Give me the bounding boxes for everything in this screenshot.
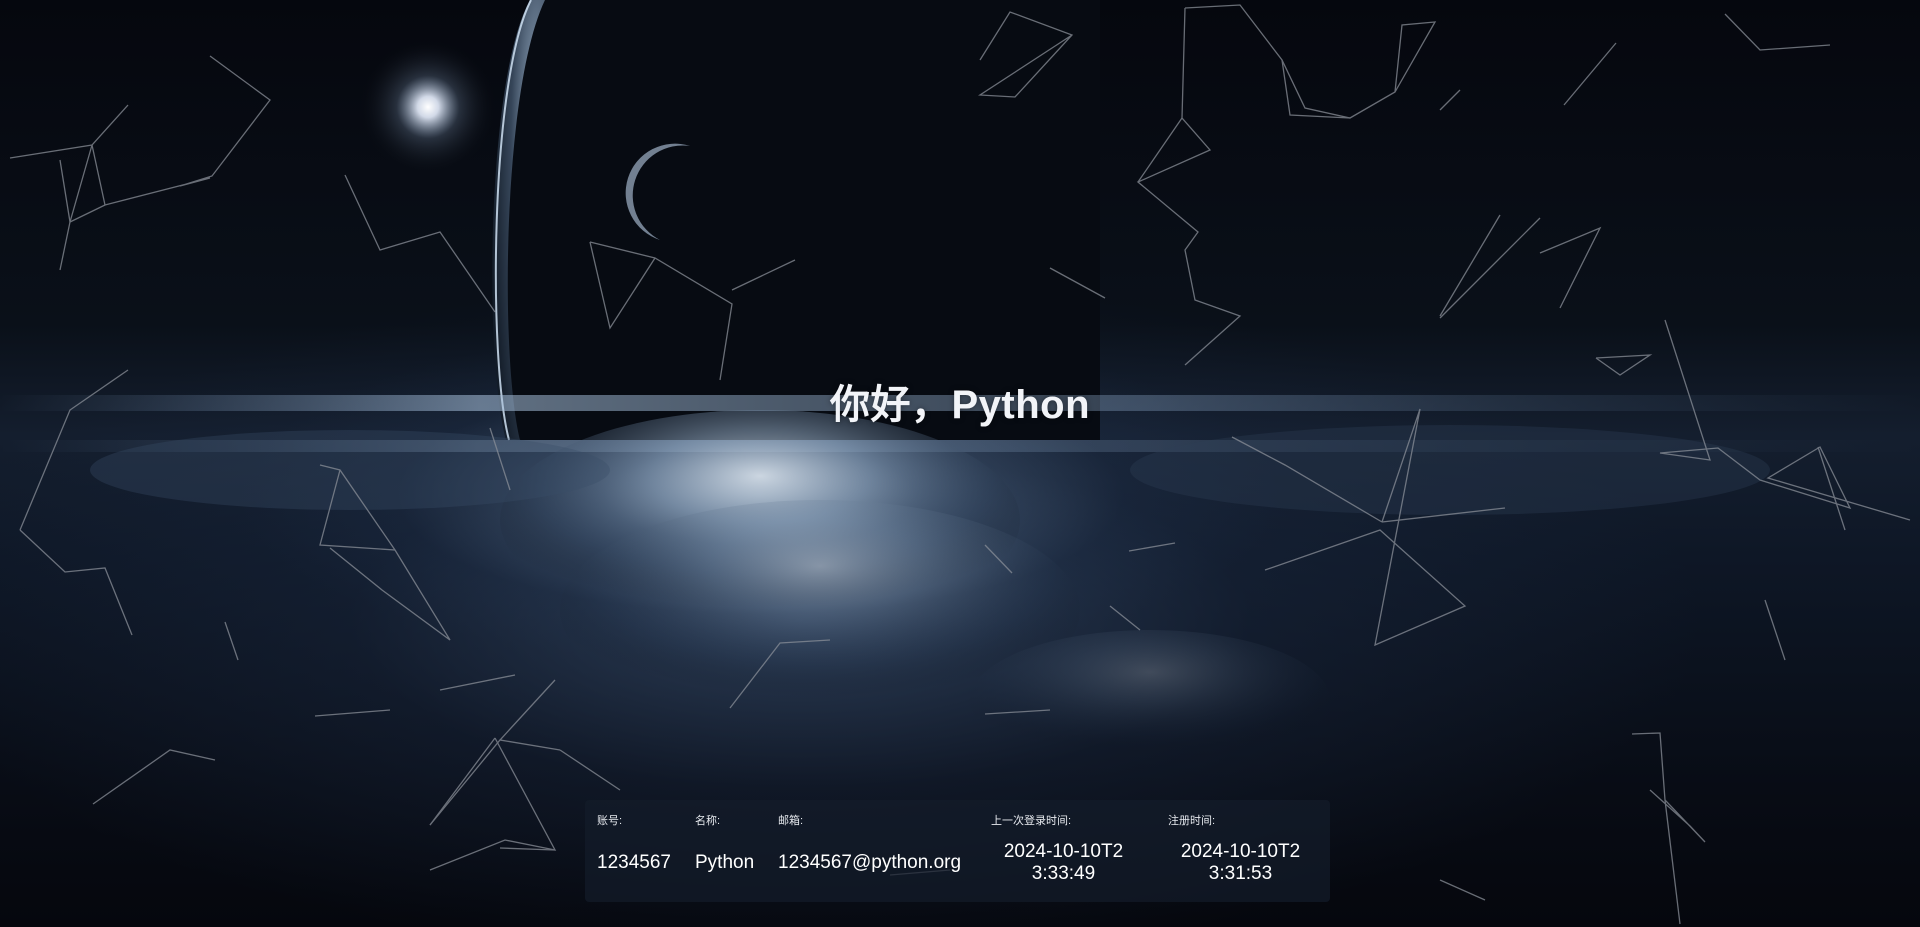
email-value: 1234567@python.org: [778, 852, 962, 873]
last-login-label: 上一次登录时间:: [991, 815, 1072, 827]
email-label: 邮箱:: [778, 815, 804, 827]
register-time-label: 注册时间:: [1168, 815, 1216, 827]
register-time-value: 2024-10-10T23:31:53: [1180, 841, 1301, 884]
greeting-title: 你好，Python: [829, 383, 1091, 427]
account-value: 1234567: [597, 852, 671, 873]
page-background: 你好，Python 账号: 1234567 名称: Python 邮箱: 123…: [0, 0, 1920, 927]
last-login-value: 2024-10-10T23:33:49: [1003, 841, 1124, 884]
name-value: Python: [695, 852, 755, 873]
user-info-panel: 账号: 1234567 名称: Python 邮箱: 1234567@pytho…: [585, 800, 1330, 902]
name-label: 名称:: [695, 815, 721, 827]
account-label: 账号:: [597, 815, 623, 827]
network-lines-overlay: [9, 4, 1911, 925]
